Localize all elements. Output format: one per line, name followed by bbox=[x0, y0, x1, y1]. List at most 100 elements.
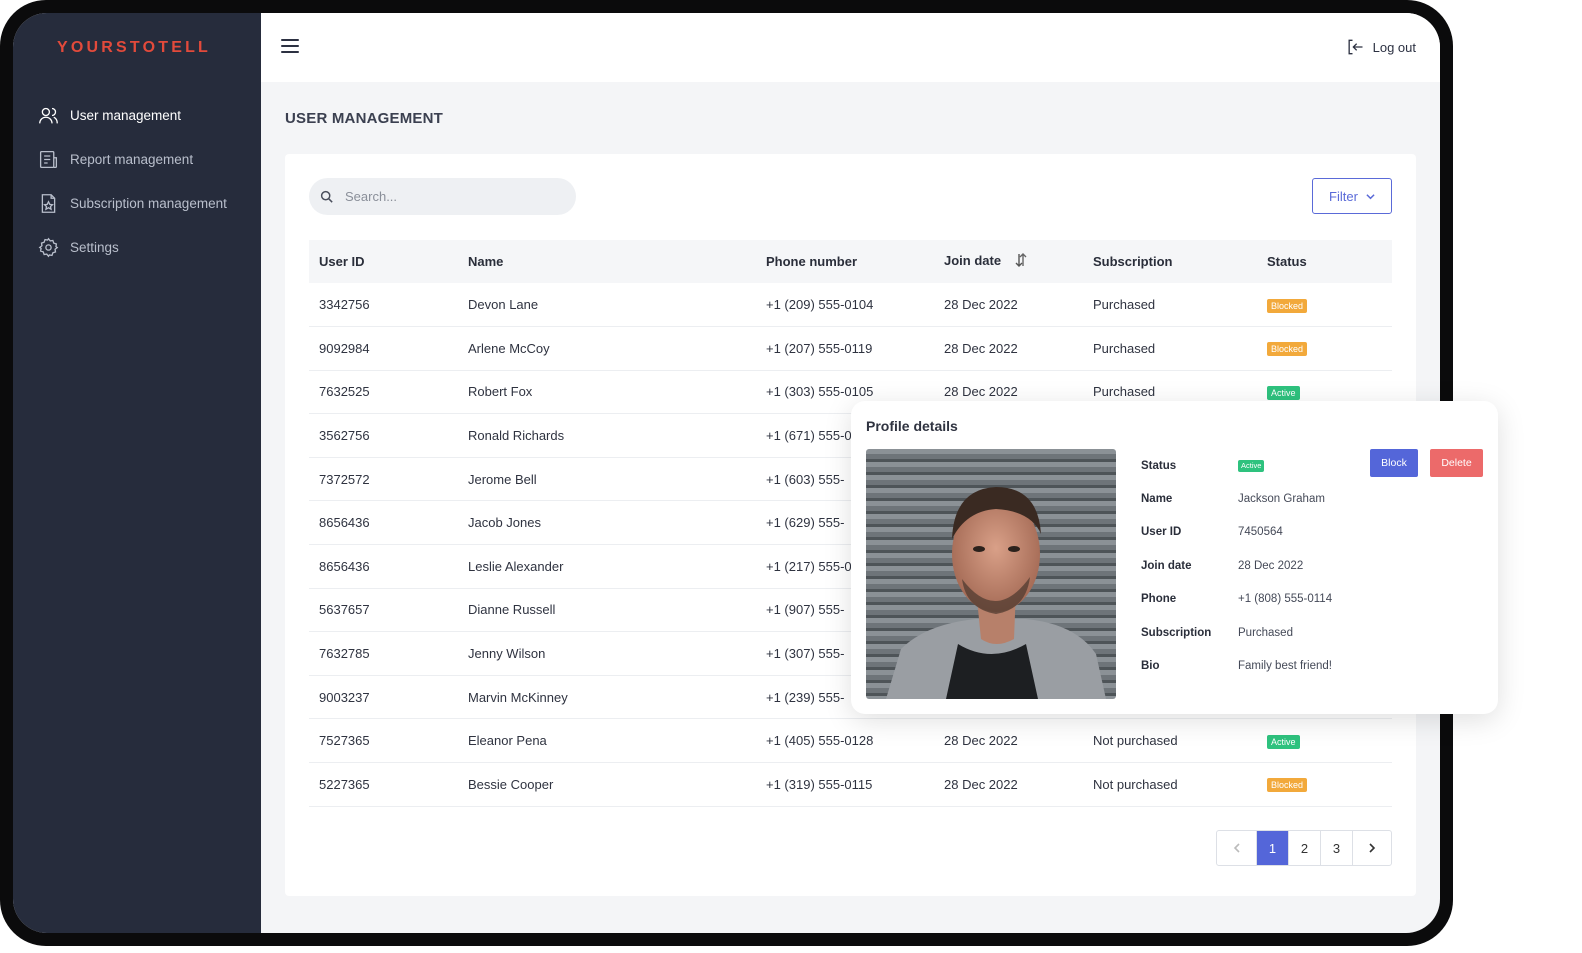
cell-name: Eleanor Pena bbox=[458, 718, 756, 764]
table-row[interactable]: 7527365 Eleanor Pena +1 (405) 555-0128 28 D… bbox=[309, 718, 1392, 764]
cell-status: Blocked bbox=[1257, 283, 1392, 328]
cell-phone: +1 (319) 555-0115 bbox=[756, 762, 934, 807]
column-header-phone[interactable]: Phone number bbox=[756, 240, 934, 283]
cell-subscription: Purchased bbox=[1083, 283, 1257, 328]
profile-details-popup: Profile details Block Delete Status Acti… bbox=[851, 401, 1498, 714]
users-icon bbox=[37, 104, 59, 126]
filter-label: Filter bbox=[1329, 188, 1358, 204]
next-page-button[interactable] bbox=[1352, 831, 1391, 865]
status-badge: Blocked bbox=[1267, 298, 1308, 313]
cell-name: Jacob Jones bbox=[458, 500, 756, 546]
table-header-row: User ID Name Phone number Join date Subs… bbox=[309, 240, 1392, 283]
column-header-join-date[interactable]: Join date bbox=[934, 240, 1083, 283]
cell-name: Jerome Bell bbox=[458, 457, 756, 502]
chevron-down-icon bbox=[1366, 193, 1375, 199]
status-badge: Active bbox=[1238, 459, 1265, 472]
logout-icon bbox=[1348, 39, 1363, 55]
sidebar-item-settings[interactable]: Settings bbox=[37, 225, 261, 269]
subscription-icon bbox=[37, 192, 59, 214]
column-header-name[interactable]: Name bbox=[458, 240, 756, 283]
filter-button[interactable]: Filter bbox=[1312, 178, 1392, 214]
sidebar-nav: User management Report management Subscr… bbox=[37, 93, 261, 269]
field-label: Phone bbox=[1141, 593, 1177, 606]
menu-icon[interactable] bbox=[281, 39, 299, 55]
search-input[interactable] bbox=[345, 189, 545, 204]
cell-name: Devon Lane bbox=[458, 283, 756, 328]
column-header-status[interactable]: Status bbox=[1257, 240, 1392, 283]
cell-join-date: 28 Dec 2022 bbox=[934, 283, 1083, 328]
cell-status: Blocked bbox=[1257, 326, 1392, 371]
cell-status: Blocked bbox=[1257, 762, 1392, 807]
column-header-user-id[interactable]: User ID bbox=[309, 240, 458, 283]
sort-icon[interactable] bbox=[1015, 253, 1027, 270]
page-button-2[interactable]: 2 bbox=[1288, 831, 1320, 865]
page-button-3[interactable]: 3 bbox=[1320, 831, 1352, 865]
field-value: Jackson Graham bbox=[1238, 493, 1325, 506]
chevron-right-icon bbox=[1369, 843, 1376, 853]
cell-join-date: 28 Dec 2022 bbox=[934, 762, 1083, 807]
top-bar: Log out bbox=[261, 13, 1440, 82]
field-value: +1 (808) 555-0114 bbox=[1238, 593, 1333, 606]
field-label: Status bbox=[1141, 459, 1177, 472]
cell-user-id: 3562756 bbox=[309, 413, 458, 458]
table-row[interactable]: 3342756 Devon Lane +1 (209) 555-0104 28 Dec… bbox=[309, 283, 1392, 328]
page-title: USER MANAGEMENT bbox=[285, 110, 444, 127]
sidebar-item-subscription-management[interactable]: Subscription management bbox=[37, 181, 261, 225]
profile-field-status: Status Active bbox=[1141, 449, 1332, 482]
gear-icon bbox=[37, 236, 59, 258]
cell-user-id: 8656436 bbox=[309, 544, 458, 589]
cell-status: Active bbox=[1257, 718, 1392, 764]
sidebar-item-user-management[interactable]: User management bbox=[37, 93, 261, 137]
prev-page-button[interactable] bbox=[1217, 831, 1256, 865]
profile-field-subscription: Subscription Purchased bbox=[1141, 616, 1332, 649]
field-label: User ID bbox=[1141, 526, 1182, 539]
status-badge: Active bbox=[1267, 385, 1300, 400]
report-icon bbox=[37, 148, 59, 170]
cell-user-id: 3342756 bbox=[309, 283, 458, 328]
cell-join-date: 28 Dec 2022 bbox=[934, 326, 1083, 371]
field-label: Name bbox=[1141, 493, 1173, 506]
table-row[interactable]: 9092984 Arlene McCoy +1 (207) 555-0119 28 D… bbox=[309, 326, 1392, 371]
cell-name: Bessie Cooper bbox=[458, 762, 756, 807]
search-icon bbox=[320, 190, 333, 203]
search-box bbox=[309, 178, 576, 215]
profile-field-user-id: User ID 7450564 bbox=[1141, 516, 1332, 549]
profile-field-join-date: Join date 28 Dec 2022 bbox=[1141, 549, 1332, 582]
status-badge: Active bbox=[1267, 734, 1300, 749]
cell-name: Arlene McCoy bbox=[458, 326, 756, 371]
block-button[interactable]: Block bbox=[1370, 449, 1418, 477]
join-date-label: Join date bbox=[944, 252, 1002, 268]
cell-name: Ronald Richards bbox=[458, 413, 756, 458]
profile-field-bio: Bio Family best friend! bbox=[1141, 649, 1332, 682]
cell-user-id: 7632785 bbox=[309, 631, 458, 676]
chevron-left-icon bbox=[1233, 843, 1240, 853]
sidebar-item-label: User management bbox=[70, 107, 182, 123]
cell-join-date: 28 Dec 2022 bbox=[934, 718, 1083, 764]
field-value: Family best friend! bbox=[1238, 660, 1332, 673]
column-header-subscription[interactable]: Subscription bbox=[1083, 240, 1257, 283]
cell-user-id: 7372572 bbox=[309, 457, 458, 502]
cell-name: Dianne Russell bbox=[458, 588, 756, 633]
cell-user-id: 7527365 bbox=[309, 718, 458, 764]
logout-button[interactable]: Log out bbox=[1345, 37, 1416, 57]
table-row[interactable]: 5227365 Bessie Cooper +1 (319) 555-0115 28 … bbox=[309, 762, 1392, 807]
cell-user-id: 9092984 bbox=[309, 326, 458, 371]
cell-user-id: 5637657 bbox=[309, 588, 458, 633]
field-value: 28 Dec 2022 bbox=[1238, 559, 1304, 572]
cell-name: Marvin McKinney bbox=[458, 675, 756, 720]
sidebar: YOURSTOTELL User management Report manag… bbox=[13, 13, 261, 933]
cell-user-id: 8656436 bbox=[309, 500, 458, 546]
cell-user-id: 7632525 bbox=[309, 370, 458, 415]
delete-button[interactable]: Delete bbox=[1430, 449, 1483, 477]
sidebar-item-report-management[interactable]: Report management bbox=[37, 137, 261, 181]
profile-fields: Status Active Name Jackson Graham User I… bbox=[1141, 449, 1332, 683]
pagination: 1 2 3 bbox=[1216, 830, 1392, 866]
cell-user-id: 5227365 bbox=[309, 762, 458, 807]
cell-subscription: Not purchased bbox=[1083, 762, 1257, 807]
profile-field-name: Name Jackson Graham bbox=[1141, 482, 1332, 515]
cell-subscription: Not purchased bbox=[1083, 718, 1257, 764]
field-label: Subscription bbox=[1141, 626, 1212, 639]
cell-phone: +1 (207) 555-0119 bbox=[756, 326, 934, 371]
sidebar-item-label: Report management bbox=[70, 151, 194, 167]
page-button-1[interactable]: 1 bbox=[1256, 831, 1288, 865]
